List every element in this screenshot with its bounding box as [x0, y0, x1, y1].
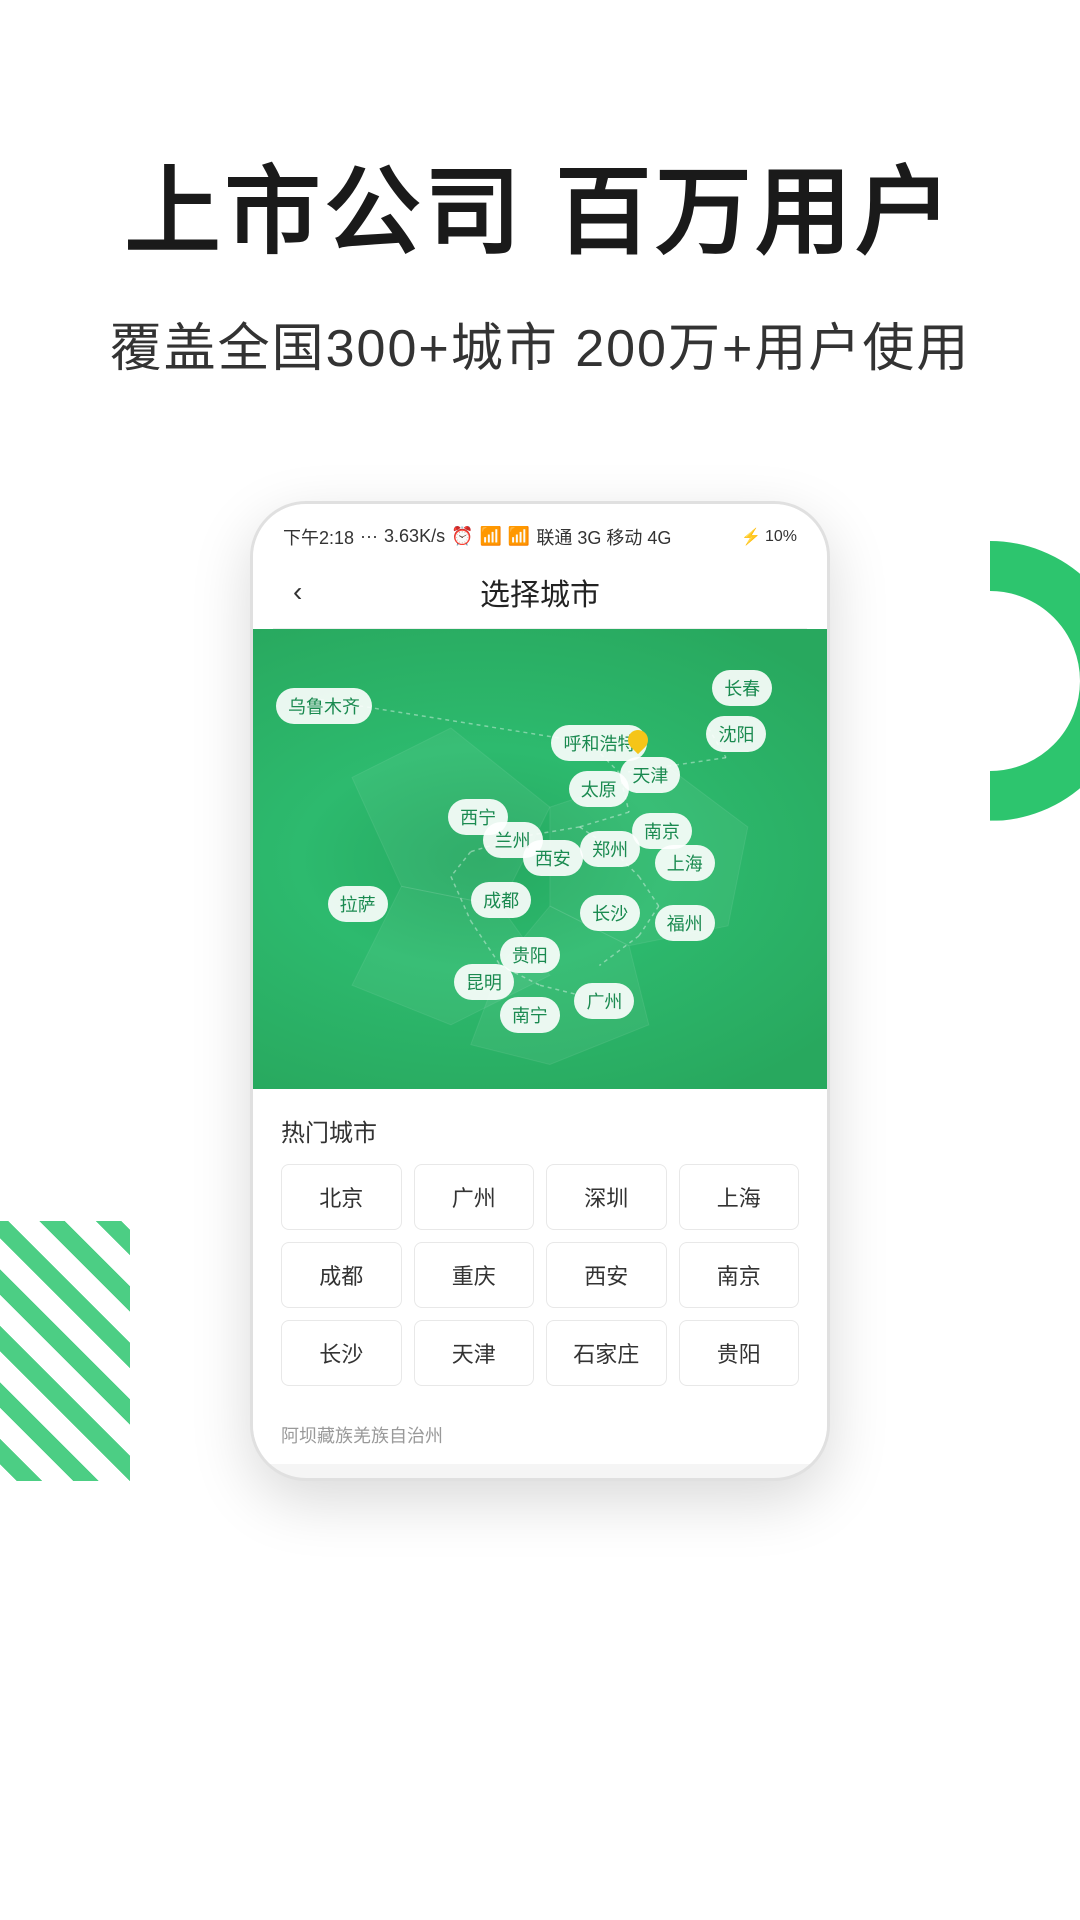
map-container[interactable]: 乌鲁木齐长春沈阳呼和浩特天津太原西宁兰州西安郑州南京上海拉萨成都长沙福州贵阳昆明…	[253, 629, 827, 1089]
map-city-label[interactable]: 天津	[620, 757, 680, 793]
city-button[interactable]: 广州	[414, 1164, 535, 1230]
bottom-region-text: 阿坝藏族羌族自治州	[253, 1406, 827, 1464]
map-pin-marker	[626, 730, 650, 758]
map-city-label[interactable]: 南宁	[500, 997, 560, 1033]
battery-lightning: ⚡	[741, 527, 761, 547]
signal-icon: 📶	[508, 526, 530, 547]
city-button[interactable]: 贵阳	[679, 1320, 800, 1386]
city-button[interactable]: 重庆	[414, 1242, 535, 1308]
status-bar-left: 下午2:18 ··· 3.63K/s ⏰ 📶 📶 联通 3G 移动 4G	[283, 524, 671, 550]
map-city-label[interactable]: 昆明	[454, 964, 514, 1000]
city-button[interactable]: 南京	[679, 1242, 800, 1308]
map-city-label[interactable]: 长春	[712, 670, 772, 706]
status-time: 下午2:18	[283, 524, 354, 550]
cities-grid: 北京广州深圳上海成都重庆西安南京长沙天津石家庄贵阳	[281, 1164, 799, 1386]
back-button[interactable]: ‹	[293, 576, 302, 608]
circle-ring-decoration	[850, 541, 1080, 821]
wifi-icon: 📶	[480, 526, 502, 547]
city-button[interactable]: 深圳	[546, 1164, 667, 1230]
map-city-label[interactable]: 成都	[471, 882, 531, 918]
map-city-label[interactable]: 拉萨	[328, 886, 388, 922]
alarm-icon: ⏰	[451, 526, 473, 547]
phone-section: 下午2:18 ··· 3.63K/s ⏰ 📶 📶 联通 3G 移动 4G ⚡ 1…	[0, 441, 1080, 1481]
nav-title: 选择城市	[480, 570, 600, 614]
city-button[interactable]: 长沙	[281, 1320, 402, 1386]
map-city-label[interactable]: 广州	[574, 983, 634, 1019]
map-city-label[interactable]: 上海	[655, 845, 715, 881]
map-city-label[interactable]: 郑州	[580, 831, 640, 867]
city-button[interactable]: 西安	[546, 1242, 667, 1308]
map-city-label[interactable]: 乌鲁木齐	[276, 688, 372, 724]
hero-section: 上市公司 百万用户 覆盖全国300+城市 200万+用户使用	[0, 0, 1080, 441]
stripes-inner	[0, 1221, 130, 1481]
phone-top-bar: 下午2:18 ··· 3.63K/s ⏰ 📶 📶 联通 3G 移动 4G ⚡ 1…	[253, 504, 827, 629]
map-city-label[interactable]: 西安	[523, 840, 583, 876]
city-button[interactable]: 成都	[281, 1242, 402, 1308]
map-city-label[interactable]: 福州	[655, 905, 715, 941]
nav-bar: ‹ 选择城市	[273, 556, 807, 629]
battery-percent: 10%	[765, 528, 797, 546]
status-bar: 下午2:18 ··· 3.63K/s ⏰ 📶 📶 联通 3G 移动 4G ⚡ 1…	[273, 516, 807, 556]
status-speed: 3.63K/s	[384, 526, 445, 547]
hero-title: 上市公司 百万用户	[80, 160, 1000, 266]
stripes-decoration	[0, 1221, 130, 1481]
map-city-label[interactable]: 贵阳	[500, 937, 560, 973]
map-city-label[interactable]: 长沙	[580, 895, 640, 931]
status-dots: ···	[360, 526, 378, 547]
city-button[interactable]: 上海	[679, 1164, 800, 1230]
hot-cities-section: 热门城市 北京广州深圳上海成都重庆西安南京长沙天津石家庄贵阳	[253, 1089, 827, 1406]
hot-cities-title: 热门城市	[281, 1113, 799, 1148]
city-button[interactable]: 天津	[414, 1320, 535, 1386]
map-city-label[interactable]: 南京	[632, 813, 692, 849]
city-button[interactable]: 北京	[281, 1164, 402, 1230]
hero-subtitle: 覆盖全国300+城市 200万+用户使用	[80, 306, 1000, 381]
phone-frame: 下午2:18 ··· 3.63K/s ⏰ 📶 📶 联通 3G 移动 4G ⚡ 1…	[250, 501, 830, 1481]
city-button[interactable]: 石家庄	[546, 1320, 667, 1386]
status-bar-right: ⚡ 10%	[741, 527, 797, 547]
map-city-label[interactable]: 沈阳	[706, 716, 766, 752]
map-city-label[interactable]: 太原	[569, 771, 629, 807]
network-info: 联通 3G 移动 4G	[536, 524, 671, 550]
